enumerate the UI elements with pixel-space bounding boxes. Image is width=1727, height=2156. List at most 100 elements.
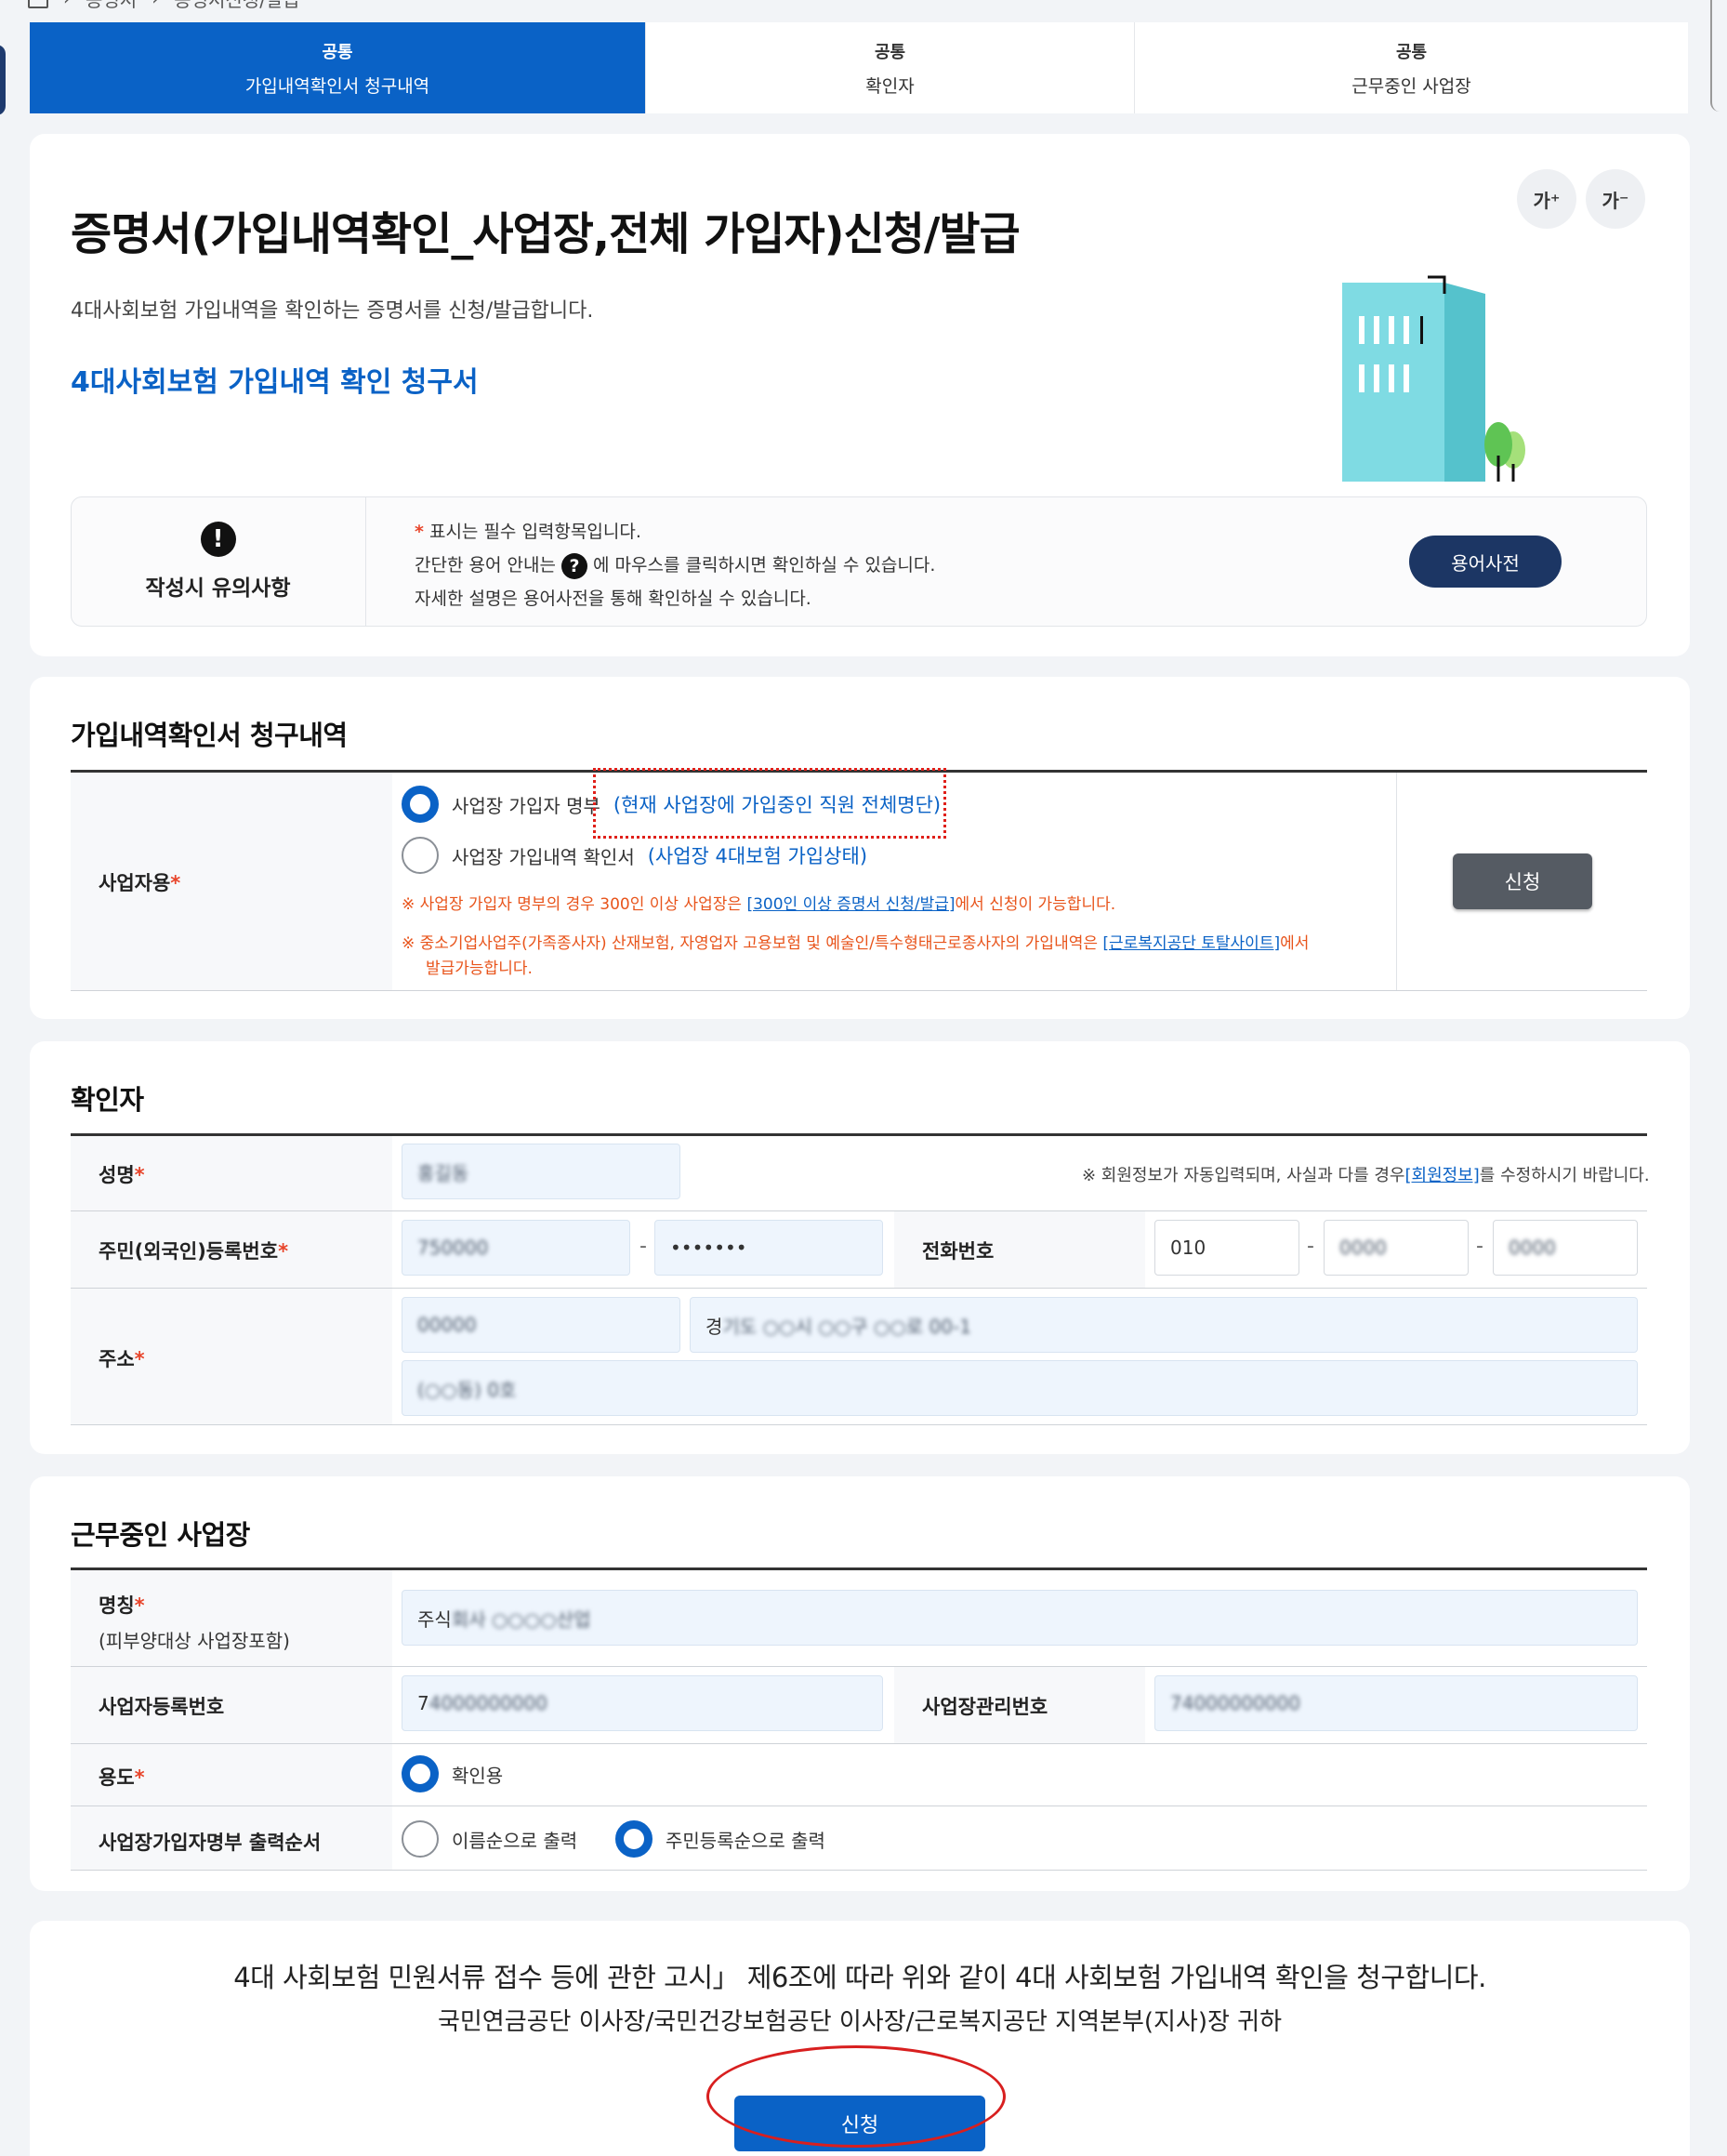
- warning-1: ※ 사업장 가입자 명부의 경우 300인 이상 사업장은 [300인 이상 증…: [402, 893, 1387, 918]
- page-description: 4대사회보험 가입내역을 확인하는 증명서를 신청/발급합니다.: [71, 299, 594, 323]
- warn-text: 에서: [1280, 934, 1310, 953]
- warn-link[interactable]: [근로복지공단 토탈사이트]: [1102, 934, 1280, 953]
- field-value: 0000: [1509, 1237, 1556, 1259]
- warn-link[interactable]: [300인 이상 증명서 신청/발급]: [746, 895, 955, 914]
- row-divider: [71, 1666, 1647, 1667]
- option-link[interactable]: (사업장 4대보험 가입상태): [648, 841, 867, 869]
- section-title: 가입내역확인서 청구내역: [71, 720, 348, 751]
- member-info-note: ※ 회원정보가 자동입력되며, 사실과 다를 경우[회원정보]를 수정하시기 바…: [1082, 1162, 1650, 1186]
- purpose-option[interactable]: 확인용: [402, 1755, 503, 1792]
- required-star: *: [415, 522, 424, 542]
- label-text: 용도: [99, 1766, 135, 1789]
- font-decrease-button[interactable]: 가⁻: [1586, 169, 1645, 229]
- breadcrumb-item[interactable]: 증명서: [86, 0, 137, 12]
- field-value: (○○동) 0호: [417, 1378, 517, 1401]
- required-star: *: [278, 1240, 289, 1263]
- label-text: 명칭: [99, 1594, 135, 1617]
- radio-order-rrn[interactable]: [615, 1820, 653, 1858]
- font-increase-button[interactable]: 가⁺: [1517, 169, 1576, 229]
- bizno-field[interactable]: 7 4000000000: [402, 1675, 883, 1731]
- scrollbar[interactable]: [1710, 0, 1727, 112]
- step-head: 공통: [1395, 42, 1428, 62]
- member-info-link[interactable]: [회원정보]: [1405, 1166, 1480, 1185]
- radio-member-list[interactable]: [402, 786, 439, 823]
- notice-line: 자세한 설명은 용어사전을 통해 확인하실 수 있습니다.: [415, 589, 811, 609]
- section-title: 근무중인 사업장: [71, 1519, 250, 1551]
- chevron-right-icon: ›: [152, 0, 159, 9]
- cell-divider: [1396, 773, 1397, 990]
- warn-text: ※ 중소기업사업주(가족종사자) 산재보험, 자영업자 고용보험 및 예술인/특…: [402, 934, 1103, 953]
- warn-text: 에서 신청이 가능합니다.: [955, 895, 1116, 914]
- glossary-button[interactable]: 용어사전: [1409, 536, 1562, 588]
- field-value: •••••••: [670, 1237, 747, 1259]
- step-label: 확인자: [865, 75, 915, 97]
- mgmt-number-field[interactable]: 74000000000: [1154, 1675, 1638, 1731]
- option-text: 사업장 가입내역 확인서: [452, 845, 635, 868]
- breadcrumb-item[interactable]: 증명서신청/발급: [174, 0, 300, 12]
- apply-button[interactable]: 신청: [1453, 853, 1592, 909]
- step-tab-claim[interactable]: 공통 가입내역확인서 청구내역: [30, 22, 645, 113]
- row-divider: [71, 1743, 1647, 1744]
- order-by-rrn-option[interactable]: 주민등록순으로 출력: [615, 1820, 825, 1858]
- required-star: *: [134, 1594, 145, 1617]
- row-divider: [71, 1288, 1647, 1289]
- address-line1-field[interactable]: 경 기도 ○○시 ○○구 ○○로 00-1: [690, 1297, 1638, 1353]
- notice-line: 간단한 용어 안내는: [415, 555, 561, 575]
- side-menu-handle[interactable]: [0, 45, 6, 115]
- notice-line: 에 마우스를 클릭하시면 확인하실 수 있습니다.: [587, 555, 936, 575]
- workplace-name-label: 명칭* (피부양대상 사업장포함): [99, 1588, 290, 1659]
- rrn-label: 주민(외국인)등록번호*: [99, 1237, 288, 1264]
- radio-order-name[interactable]: [402, 1820, 439, 1858]
- option-history[interactable]: 사업장 가입내역 확인서 (사업장 4대보험 가입상태): [402, 837, 867, 874]
- name-field[interactable]: 홍길동: [402, 1144, 680, 1199]
- print-order-label: 사업장가입자명부 출력순서: [99, 1832, 322, 1854]
- help-icon[interactable]: ?: [560, 552, 587, 579]
- row-divider: [71, 1424, 1647, 1425]
- label-text: 주소: [99, 1348, 135, 1370]
- phone1-field[interactable]: 010: [1154, 1220, 1299, 1276]
- phone3-field[interactable]: 0000: [1493, 1220, 1638, 1276]
- step-tab-workplace[interactable]: 공통 근무중인 사업장: [1134, 22, 1688, 113]
- note-text: ※ 회원정보가 자동입력되며, 사실과 다를 경우: [1082, 1166, 1405, 1185]
- dash: -: [1476, 1235, 1483, 1258]
- dash: -: [1307, 1235, 1314, 1258]
- address-line2-field[interactable]: (○○동) 0호: [402, 1360, 1638, 1416]
- radio-history[interactable]: [402, 837, 439, 874]
- bizno-label: 사업자등록번호: [99, 1696, 225, 1718]
- field-value: 경: [705, 1315, 723, 1338]
- mgmt-number-label: 사업장관리번호: [922, 1696, 1048, 1718]
- field-value: 0000: [1339, 1237, 1387, 1259]
- rrn-back-field[interactable]: •••••••: [654, 1220, 883, 1276]
- field-value: 회사 ○○○○산업: [451, 1607, 591, 1631]
- field-value: 주식: [417, 1607, 452, 1631]
- required-star: *: [134, 1164, 145, 1186]
- notice-text: * 표시는 필수 입력항목입니다. 간단한 용어 안내는 ? 에 마우스를 클릭…: [415, 515, 935, 615]
- dash: -: [639, 1235, 647, 1258]
- row-divider: [71, 1805, 1647, 1806]
- label-text: 성명: [99, 1164, 135, 1186]
- purpose-label: 용도*: [99, 1763, 145, 1791]
- declaration-addressee: 국민연금공단 이사장/국민건강보험공단 이사장/근로복지공단 지역본부(지사)장…: [437, 2008, 1283, 2036]
- row-divider: [71, 1870, 1647, 1871]
- building-illustration: [1342, 275, 1525, 482]
- highlight-dotted-box: [593, 768, 946, 839]
- required-star: *: [170, 872, 181, 894]
- label-text: 주민(외국인)등록번호: [99, 1240, 279, 1263]
- order-by-name-option[interactable]: 이름순으로 출력: [402, 1820, 577, 1858]
- phone-label: 전화번호: [922, 1240, 995, 1263]
- notice-line: 표시는 필수 입력항목입니다.: [423, 522, 641, 542]
- phone2-field[interactable]: 0000: [1324, 1220, 1469, 1276]
- option-text: 사업장 가입자 명부: [452, 794, 600, 817]
- name-label: 성명*: [99, 1160, 145, 1188]
- home-icon[interactable]: [28, 0, 48, 8]
- zipcode-field[interactable]: 00000: [402, 1297, 680, 1353]
- workplace-name-field[interactable]: 주식 회사 ○○○○산업: [402, 1590, 1638, 1646]
- row-divider: [71, 990, 1647, 991]
- rrn-front-field[interactable]: 750000: [402, 1220, 630, 1276]
- radio-purpose-confirm[interactable]: [402, 1755, 439, 1792]
- chevron-right-icon: ›: [63, 0, 71, 9]
- note-text: 를 수정하시기 바랍니다.: [1479, 1166, 1650, 1185]
- step-tab-confirmer[interactable]: 공통 확인자: [645, 22, 1134, 113]
- business-use-label: 사업자용*: [99, 868, 180, 896]
- field-value: 010: [1170, 1237, 1206, 1259]
